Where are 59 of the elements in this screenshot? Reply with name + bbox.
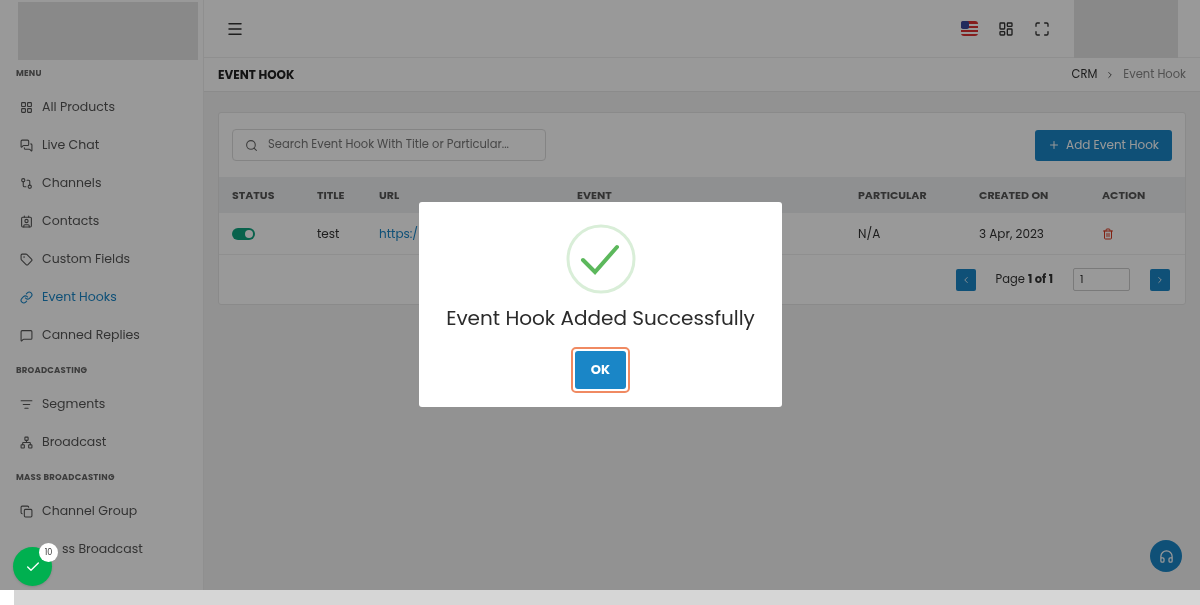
status-toggle[interactable] (232, 227, 255, 240)
section-heading: BROADCASTING (15, 362, 89, 378)
tag-icon (20, 253, 33, 267)
success-check-icon (564, 223, 637, 295)
apps-icon[interactable] (998, 20, 1014, 37)
section-heading: MENU (15, 66, 43, 81)
sidebar-item[interactable]: Segments (0, 385, 203, 424)
sidebar-item[interactable]: Channel Group (0, 492, 203, 531)
filter-icon (20, 398, 33, 411)
column-header: ACTION (1102, 186, 1146, 204)
chat-icon (20, 139, 33, 153)
ok-button[interactable]: OK (575, 351, 626, 389)
search-field[interactable]: Search Event Hook With Title or Particular... (232, 129, 546, 161)
link-icon (20, 291, 33, 305)
search-input[interactable]: Search Event Hook With Title or Particular... (268, 136, 533, 154)
column-header: EVENT (577, 186, 612, 204)
sidebar-item[interactable]: Custom Fields (0, 240, 203, 279)
sidebar-item[interactable]: ss Broadcast (62, 539, 143, 559)
table-cell: test (317, 224, 340, 243)
column-header: STATUS (232, 186, 275, 204)
table-cell: N/A (858, 224, 881, 243)
network-icon (20, 436, 33, 449)
plus-icon (1048, 139, 1061, 151)
breadcrumb-item: Event Hook (1123, 65, 1186, 84)
add-event-hook-button[interactable]: Add Event Hook (1035, 129, 1172, 161)
column-header: URL (379, 186, 400, 204)
column-header: CREATED ON (979, 186, 1049, 204)
dialog-message: Event Hook Added Successfully (446, 303, 755, 333)
trash-icon[interactable] (1102, 227, 1114, 240)
search-icon (245, 138, 258, 152)
page-title: EVENT HOOK (218, 65, 295, 84)
sidebar-item[interactable]: All Products (0, 88, 203, 127)
url-link[interactable]: https:/ (379, 224, 419, 243)
sidebar-item[interactable]: Contacts (0, 202, 203, 241)
section-heading: MASS BROADCASTING (15, 469, 116, 485)
next-page-button[interactable] (1150, 268, 1170, 291)
sidebar-item[interactable]: Event Hooks (0, 278, 203, 317)
contact-card-icon (20, 215, 33, 229)
scrollbar[interactable] (14, 590, 1200, 605)
grid-icon (20, 101, 33, 115)
fullscreen-icon[interactable] (1034, 20, 1050, 37)
table-cell: 3 Apr, 2023 (979, 224, 1044, 243)
stacked-squares-icon (20, 504, 33, 518)
sidebar-item[interactable]: Canned Replies (0, 316, 203, 355)
support-button[interactable] (1150, 540, 1182, 572)
sidebar-item[interactable]: Broadcast (0, 423, 203, 462)
previous-page-button[interactable] (955, 268, 976, 291)
message-icon (20, 329, 33, 343)
sidebar-item[interactable]: Live Chat (0, 126, 203, 165)
column-header: TITLE (317, 186, 345, 204)
us-flag-icon[interactable] (961, 21, 978, 36)
column-header: PARTICULAR (858, 186, 927, 204)
chevron-right-icon (1155, 274, 1165, 285)
breadcrumb-item[interactable]: CRM (1071, 65, 1098, 84)
page-input[interactable]: 1 (1073, 268, 1130, 291)
page-indicator: Page 1 of 1 (995, 270, 1053, 289)
headset-icon (1158, 548, 1174, 564)
sidebar-item[interactable]: Channels (0, 164, 203, 203)
channels-icon (20, 177, 33, 191)
